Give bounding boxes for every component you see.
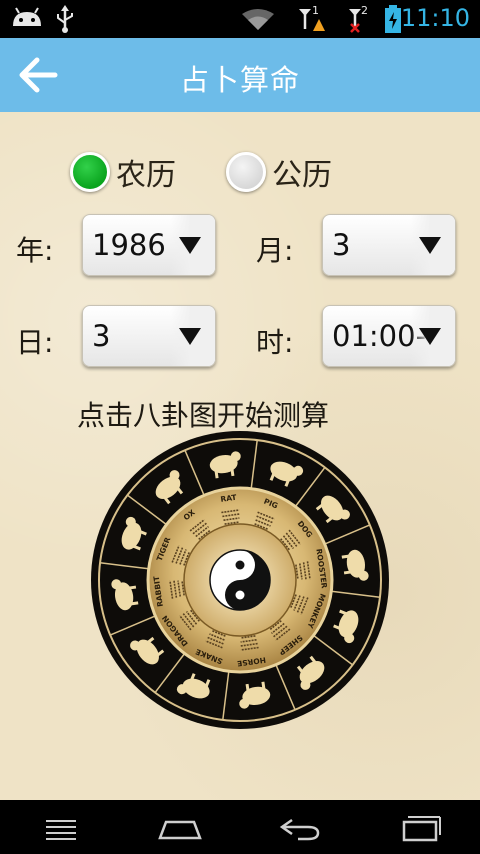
signal-1-icon: [299, 9, 325, 31]
year-label: 年:: [16, 234, 54, 267]
day-value: 3: [92, 319, 111, 353]
usb-icon: [57, 5, 73, 33]
signal-1-label: 1: [312, 4, 319, 17]
back-icon[interactable]: [270, 810, 330, 844]
clock: 11:10: [400, 4, 470, 32]
dropdown-arrow-icon: [419, 328, 441, 345]
dropdown-arrow-icon: [419, 237, 441, 254]
year-value: 1986: [92, 228, 166, 262]
zodiac-wheel[interactable]: RAT PIGDOGROOSTERMONKEYSHEEPHORSESNAKEDRA…: [90, 430, 390, 730]
app-bar: 占卜算命: [0, 38, 480, 112]
month-value: 3: [332, 228, 351, 262]
menu-icon[interactable]: [30, 810, 90, 844]
day-label: 日:: [16, 326, 54, 359]
main-content: 农历 公历 年: 1986 月: 3 日: 3 时: 01:00- 点击八卦图开…: [0, 112, 480, 800]
yin-yang-icon: [209, 549, 271, 611]
android-icon: [13, 7, 41, 26]
recent-apps-icon[interactable]: [390, 810, 450, 844]
navigation-bar: [0, 800, 480, 854]
home-icon[interactable]: [150, 810, 210, 844]
lunar-calendar-label: 农历: [116, 158, 176, 193]
month-select[interactable]: 3: [322, 214, 456, 276]
status-bar: 1 2 11:10: [0, 0, 480, 38]
dropdown-arrow-icon: [179, 237, 201, 254]
year-select[interactable]: 1986: [82, 214, 216, 276]
wifi-icon: [242, 9, 274, 30]
month-label: 月:: [256, 234, 294, 267]
day-select[interactable]: 3: [82, 305, 216, 367]
radio-unchecked-icon: [226, 152, 266, 192]
start-hint-text: 点击八卦图开始测算: [77, 399, 330, 432]
signal-2-label: 2: [361, 4, 368, 17]
solar-calendar-label: 公历: [272, 158, 332, 193]
lunar-calendar-radio[interactable]: 农历: [70, 150, 176, 194]
solar-calendar-radio[interactable]: 公历: [226, 150, 332, 194]
hour-label: 时:: [256, 326, 294, 359]
radio-checked-icon: [70, 152, 110, 192]
battery-charging-icon: [385, 5, 401, 33]
hour-select[interactable]: 01:00-: [322, 305, 456, 367]
page-title: 占卜算命: [179, 63, 300, 97]
dropdown-arrow-icon: [179, 328, 201, 345]
